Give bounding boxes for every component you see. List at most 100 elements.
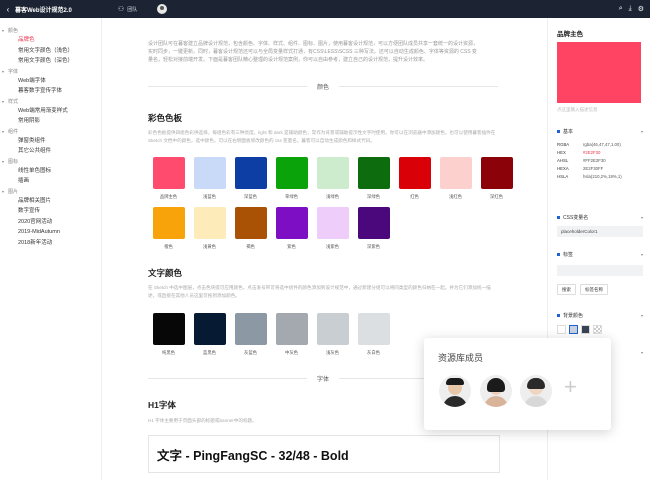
member-avatar-3[interactable] [520, 375, 552, 407]
swatch-color-box [316, 207, 349, 239]
sidebar-item[interactable]: 插画 [0, 176, 101, 187]
swatch-label: 品牌主色 [159, 194, 178, 199]
sidebar-group-header[interactable]: ▾ 颜色 [0, 26, 101, 35]
sidebar-item[interactable]: 弹窗类组件 [0, 136, 101, 147]
color-swatch[interactable]: 草绿色 [271, 157, 312, 200]
color-swatch[interactable]: 红色 [394, 157, 435, 200]
color-swatch[interactable]: 浅蓝色 [189, 157, 230, 200]
swatch-color-box [398, 157, 431, 189]
sidebar-item[interactable]: 常用阴影 [0, 116, 101, 127]
swatch-label: 深蓝色 [244, 194, 257, 199]
sidebar-group-header[interactable]: ▾ 组件 [0, 127, 101, 136]
font-sample-text: 文字 - PingFangSC - 32/48 - Bold [157, 448, 349, 463]
sidebar-item[interactable]: Web端字体 [0, 76, 101, 87]
team-button[interactable]: ⚇ 团队 [118, 5, 137, 13]
back-chevron-icon[interactable]: ‹ [3, 5, 13, 14]
sidebar-item[interactable]: 常用文字颜色（深色） [0, 56, 101, 67]
description-input[interactable]: 点这里输入描述信息 [557, 107, 598, 113]
bg-swatch[interactable] [581, 325, 590, 334]
bg-swatch[interactable] [569, 325, 578, 334]
color-value-row[interactable]: HEX #2E2F30 [557, 149, 643, 157]
font-sample-card[interactable]: 文字 - PingFangSC - 32/48 - Bold [148, 435, 500, 473]
search-icon[interactable]: ⌕ [619, 5, 623, 13]
color-swatch[interactable]: 中灰色 [271, 313, 312, 356]
sidebar-group-header[interactable]: ▾ 图片 [0, 187, 101, 196]
sidebar: ▾ 颜色 品牌色 常用文字颜色（浅色） 常用文字颜色（深色） ▾ 字体 Web端字体 暮客数字宣… [0, 18, 102, 480]
tag-chip[interactable]: 搜索 [557, 284, 576, 295]
sidebar-item[interactable]: 线性单色图标 [0, 166, 101, 177]
color-swatch[interactable]: 深紫色 [353, 207, 394, 250]
sidebar-item[interactable]: 其它公共组件 [0, 146, 101, 157]
sidebar-group-header[interactable]: ▾ 字体 [0, 67, 101, 76]
swatch-label: 灰白色 [367, 350, 380, 355]
color-value-row[interactable]: AHSL #FF2E2F30 [557, 157, 643, 165]
color-swatch[interactable]: 褐色 [230, 207, 271, 250]
sidebar-group-label: 图片 [8, 188, 19, 195]
swatch-label: 浅黄色 [203, 244, 216, 249]
bg-swatch[interactable] [557, 325, 566, 334]
swatch-color-box [357, 207, 390, 239]
color-swatch[interactable]: 浅绿色 [312, 157, 353, 200]
color-swatch[interactable]: 浅灰色 [312, 313, 353, 356]
sidebar-item[interactable]: 暮客数字宣传字体 [0, 86, 101, 97]
color-swatch[interactable]: 紫色 [271, 207, 312, 250]
sidebar-item[interactable]: 2018新年活动 [0, 238, 101, 249]
color-format-value: hsla(210,2%,18%,1) [583, 174, 622, 179]
swatch-color-box [316, 157, 349, 189]
sidebar-item[interactable]: 2019-MidAutumn [0, 227, 101, 238]
color-swatch[interactable]: 浅紫色 [312, 207, 353, 250]
plus-icon[interactable]: + [564, 374, 577, 400]
sidebar-item[interactable]: 品牌相关图片 [0, 196, 101, 207]
color-swatch[interactable]: 橙色 [148, 207, 189, 250]
text-colors-row: 纯黑色 蓝黑色 灰蓝色 中灰色 浅灰色 灰白色 [148, 313, 394, 356]
download-icon[interactable]: ⤓ [629, 5, 632, 13]
sidebar-group-header[interactable]: ▾ 图标 [0, 157, 101, 166]
color-swatch[interactable]: 浅黄色 [189, 207, 230, 250]
member-avatar-2[interactable] [480, 375, 512, 407]
color-value-row[interactable]: RGBA rgba(46,47,47,1.00) [557, 141, 643, 149]
chevron-down-icon: ▾ [640, 313, 643, 318]
css-var-field[interactable]: placeholderColor1 [557, 226, 643, 237]
settings-icon[interactable]: ⚙ [638, 5, 644, 13]
inspector-color-preview[interactable] [557, 42, 641, 103]
color-swatch[interactable]: 深红色 [476, 157, 517, 200]
color-swatch[interactable]: 深蓝色 [230, 157, 271, 200]
palette-desc: 彩色色板提供四组色彩供选择，每组色彩有三种亮度，light 和 dark 是辅助… [148, 130, 496, 143]
color-format-value: 2E2F30FF [583, 166, 604, 171]
h1-font-title: H1字体 [148, 400, 176, 410]
tags-section-header[interactable]: 标签 ▾ [557, 251, 643, 258]
color-format-key: HEXA [557, 166, 569, 171]
section-title-font: 字体 [317, 376, 330, 383]
color-swatch[interactable]: 灰白色 [353, 313, 394, 356]
sidebar-item[interactable]: 数字宣传 [0, 206, 101, 217]
sidebar-item[interactable]: 品牌色 [0, 35, 101, 46]
sidebar-item[interactable]: 常用文字颜色（浅色） [0, 46, 101, 57]
member-avatar-1[interactable] [439, 375, 471, 407]
swatch-color-box [193, 207, 226, 239]
sidebar-item[interactable]: 2020官网活动 [0, 217, 101, 228]
tag-input[interactable] [557, 265, 643, 276]
swatch-color-box [480, 157, 513, 189]
swatch-label: 红色 [410, 194, 419, 199]
css-var-section-header[interactable]: CSS变量名 ▾ [557, 214, 643, 221]
color-swatch[interactable]: 灰蓝色 [230, 313, 271, 356]
sidebar-item[interactable]: Web端常用渐变样式 [0, 106, 101, 117]
popover-title: 资源库成员 [438, 353, 484, 363]
color-swatch[interactable]: 纯黑色 [148, 313, 189, 356]
color-swatch[interactable]: 深绿色 [353, 157, 394, 200]
color-swatch[interactable]: 浅红色 [435, 157, 476, 200]
color-value-row[interactable]: HEXA 2E2F30FF [557, 165, 643, 173]
color-value-row[interactable]: HSLA hsla(210,2%,18%,1) [557, 173, 643, 181]
bg-section-header[interactable]: 背景颜色 ▾ [557, 312, 643, 319]
tags-label: 标签 [563, 252, 574, 258]
sidebar-group-header[interactable]: ▾ 样式 [0, 97, 101, 106]
user-avatar[interactable] [157, 4, 168, 14]
swatch-color-box [193, 157, 226, 189]
tag-chip[interactable]: 标签名称 [580, 284, 608, 295]
section-title-color: 颜色 [317, 84, 330, 91]
color-swatch[interactable]: 蓝黑色 [189, 313, 230, 356]
base-section-header[interactable]: 基本 ▾ [557, 128, 643, 135]
bg-swatch[interactable] [593, 325, 602, 334]
color-swatch[interactable]: 品牌主色 [148, 157, 189, 200]
top-bar: ‹ 暮客Web设计规范2.0 ⚇ 团队 ⌕ ⤓ ⚙ [0, 0, 650, 18]
